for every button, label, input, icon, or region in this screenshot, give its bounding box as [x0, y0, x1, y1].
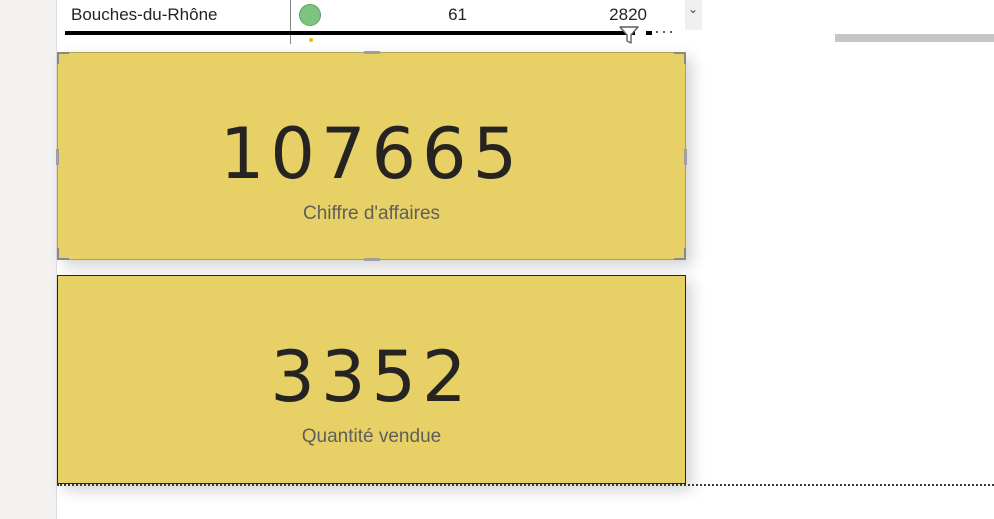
- resize-handle-bottom-left[interactable]: [57, 248, 69, 260]
- status-indicator-icon: [299, 4, 321, 26]
- table-cell-region: Bouches-du-Rhône: [71, 5, 218, 24]
- kpi-card-revenue[interactable]: 107665 Chiffre d'affaires: [56, 51, 687, 261]
- table-cell-value-1: 61: [448, 5, 467, 24]
- report-canvas: Bouches-du-Rhône 61 2820 ⌄ ··· 107665 Ch…: [56, 0, 994, 519]
- kpi-value: 107665: [219, 113, 524, 195]
- kpi-card-quantity[interactable]: 3352 Quantité vendue: [57, 275, 686, 484]
- filter-icon[interactable]: [618, 24, 640, 46]
- table-cell-value-2: 2820: [609, 5, 647, 20]
- more-options-icon[interactable]: ···: [654, 22, 675, 40]
- resize-handle-top-right[interactable]: [674, 52, 686, 64]
- kpi-value: 3352: [270, 336, 473, 418]
- table-horizontal-scrollbar[interactable]: [65, 31, 635, 35]
- chevron-down-icon[interactable]: ⌄: [688, 2, 698, 16]
- resize-handle-top[interactable]: [364, 51, 380, 54]
- kpi-label: Chiffre d'affaires: [302, 203, 441, 224]
- indicator-dot: [309, 38, 313, 42]
- page-boundary: [57, 484, 994, 486]
- column-divider[interactable]: [290, 0, 291, 44]
- resize-handle-bottom[interactable]: [364, 258, 380, 261]
- resize-handle-left[interactable]: [56, 149, 59, 165]
- resize-handle-bottom-right[interactable]: [674, 248, 686, 260]
- left-pane-gutter: [0, 0, 57, 519]
- scrollbar-end: [646, 31, 652, 35]
- table-visual[interactable]: Bouches-du-Rhône 61 2820 ⌄: [57, 0, 702, 44]
- resize-handle-right[interactable]: [684, 149, 687, 165]
- table-row[interactable]: Bouches-du-Rhône 61 2820: [57, 0, 697, 30]
- background-bar: [835, 34, 994, 42]
- resize-handle-top-left[interactable]: [57, 52, 69, 64]
- kpi-label: Quantité vendue: [301, 426, 442, 447]
